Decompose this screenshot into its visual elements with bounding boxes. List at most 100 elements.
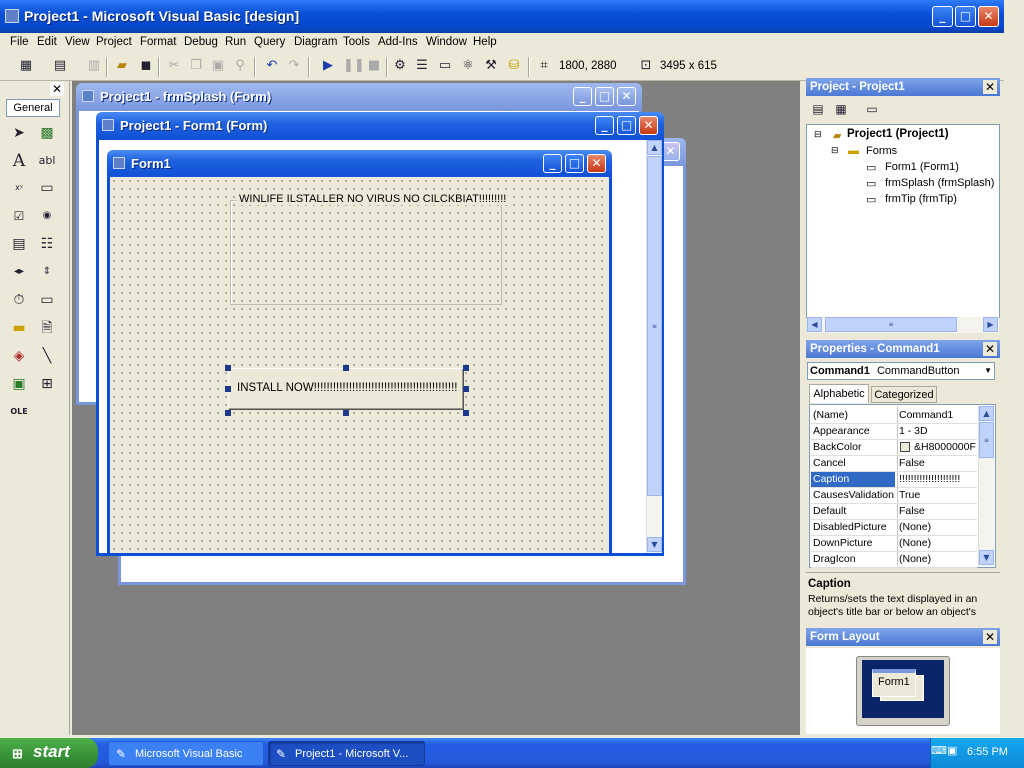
designer-maximize-icon[interactable]: □ <box>617 116 636 135</box>
timer-icon[interactable]: ⏱ <box>8 290 30 310</box>
scroll-up-icon[interactable]: ▲ <box>979 406 994 421</box>
menu-run[interactable]: Run <box>225 36 246 48</box>
designer-minimize-icon[interactable]: _ <box>595 116 614 135</box>
scroll-thumb[interactable]: ≡ <box>979 422 994 458</box>
toggle-folders-icon[interactable]: ▭ <box>864 101 880 117</box>
properties-vscrollbar[interactable]: ▲ ≡ ▼ <box>978 406 994 566</box>
tree-forms-folder[interactable]: Forms <box>866 145 897 157</box>
project-panel-close-icon[interactable]: ✕ <box>983 80 997 94</box>
scroll-down-icon[interactable]: ▼ <box>979 550 994 565</box>
data-view-icon[interactable]: ⛁ <box>506 58 522 74</box>
object-browser-icon[interactable]: ⚛ <box>460 58 476 74</box>
menu-debug[interactable]: Debug <box>184 36 218 48</box>
commandbutton-icon[interactable]: ▭ <box>36 178 58 198</box>
save-icon[interactable]: ◼ <box>138 58 154 74</box>
line-icon[interactable]: ╲ <box>36 346 58 366</box>
resize-handle[interactable] <box>343 365 349 371</box>
clock[interactable]: 6:55 PM <box>967 746 1008 758</box>
frmsplash-minimize-icon[interactable]: _ <box>573 87 592 106</box>
image-icon[interactable]: ▣ <box>8 374 30 394</box>
property-value[interactable]: 1 - 3D <box>899 425 977 437</box>
ole-icon[interactable]: OLE <box>8 402 30 422</box>
frame-icon[interactable]: xʸ <box>8 178 30 198</box>
tab-categorized[interactable]: Categorized <box>871 386 937 403</box>
start-button[interactable]: ⊞ start <box>0 738 98 768</box>
taskbar-item-vb[interactable]: ✎ Microsoft Visual Basic <box>108 741 264 766</box>
view-code-icon[interactable]: ▤ <box>810 101 826 117</box>
property-value[interactable]: (None) <box>899 537 977 549</box>
add-form-icon[interactable]: ▤ <box>52 58 68 74</box>
resize-handle[interactable] <box>225 410 231 416</box>
start-run-icon[interactable]: ▶ <box>320 58 336 74</box>
frame-control[interactable] <box>230 200 502 305</box>
property-value[interactable]: !!!!!!!!!!!!!!!!!!!!! <box>899 473 977 485</box>
form1-designer-title-bar[interactable]: Project1 - Form1 (Form) _ □ ✕ <box>96 112 664 140</box>
collapse-icon[interactable]: ⊟ <box>831 145 839 156</box>
menu-project[interactable]: Project <box>96 36 132 48</box>
toolbox-tab-general[interactable]: General <box>6 99 60 117</box>
menu-help[interactable]: Help <box>473 36 497 48</box>
tab-alphabetic[interactable]: Alphabetic <box>809 384 869 403</box>
property-row[interactable]: (Name) Command1 <box>811 408 977 424</box>
property-row[interactable]: CausesValidation True <box>811 488 977 504</box>
project-hscrollbar[interactable]: ◀ ≡ ▶ <box>807 317 999 333</box>
property-row-selected[interactable]: Caption!!!!!!!!!!!!!!!!!!!!! <box>811 472 977 488</box>
property-value[interactable]: (None) <box>899 553 977 565</box>
menu-file[interactable]: File <box>10 36 29 48</box>
cut-icon[interactable]: ✂ <box>166 58 182 74</box>
tree-project-root[interactable]: Project1 (Project1) <box>847 128 949 140</box>
toolbox-icon[interactable]: ⚒ <box>483 58 499 74</box>
tree-item-form1[interactable]: Form1 (Form1) <box>885 161 959 173</box>
paste-icon[interactable]: ▣ <box>210 58 226 74</box>
layout-form-preview[interactable]: Form1 <box>872 669 916 697</box>
form-layout-close-icon[interactable]: ✕ <box>983 630 997 644</box>
form1-minimize-icon[interactable]: _ <box>543 154 562 173</box>
form-layout-icon[interactable]: ▭ <box>437 58 453 74</box>
property-row[interactable]: DownPicture (None) <box>811 536 977 552</box>
resize-handle[interactable] <box>463 386 469 392</box>
keyboard-icon[interactable]: ⌨ <box>931 744 947 757</box>
menu-addins[interactable]: Add-Ins <box>378 36 418 48</box>
property-value[interactable]: (None) <box>899 521 977 533</box>
resize-handle[interactable] <box>463 410 469 416</box>
vscrollbar-icon[interactable]: ⇕ <box>36 262 58 282</box>
resize-handle[interactable] <box>225 386 231 392</box>
checkbox-icon[interactable]: ☑ <box>8 206 30 226</box>
menu-format[interactable]: Format <box>140 36 176 48</box>
network-icon[interactable]: ▣ <box>947 744 957 757</box>
data-icon[interactable]: ⊞ <box>36 374 58 394</box>
undo-icon[interactable]: ↶ <box>264 58 280 74</box>
collapse-icon[interactable]: ⊟ <box>814 129 822 140</box>
optionbutton-icon[interactable]: ◉ <box>36 206 58 226</box>
combobox-icon[interactable]: ▤ <box>8 234 30 254</box>
open-icon[interactable]: ▰ <box>114 58 130 74</box>
scroll-thumb[interactable]: ≡ <box>647 156 662 496</box>
designer-close-icon[interactable]: ✕ <box>639 116 658 135</box>
resize-handle[interactable] <box>463 365 469 371</box>
resize-handle[interactable] <box>225 365 231 371</box>
menu-edit[interactable]: Edit <box>37 36 57 48</box>
frmsplash-title-bar[interactable]: Project1 - frmSplash (Form) _ □ ✕ <box>76 83 642 111</box>
properties-panel-close-icon[interactable]: ✕ <box>983 342 997 356</box>
property-value[interactable]: &H8000000F <box>914 441 978 453</box>
hscrollbar-icon[interactable]: ◂▸ <box>8 262 30 282</box>
menu-window[interactable]: Window <box>426 36 467 48</box>
textbox-icon[interactable]: abl <box>36 151 58 171</box>
project-explorer-icon[interactable]: ⚙ <box>392 58 408 74</box>
copy-icon[interactable]: ❐ <box>188 58 204 74</box>
shape-icon[interactable]: ◈ <box>8 346 30 366</box>
dirlistbox-icon[interactable]: ▬ <box>8 318 30 338</box>
main-title-bar[interactable]: Project1 - Microsoft Visual Basic [desig… <box>0 0 1004 33</box>
label-icon[interactable]: A <box>8 151 30 171</box>
tree-item-frmtip[interactable]: frmTip (frmTip) <box>885 193 957 205</box>
close-icon[interactable]: ✕ <box>978 6 999 27</box>
property-row[interactable]: Default False <box>811 504 977 520</box>
property-row[interactable]: Appearance 1 - 3D <box>811 424 977 440</box>
tree-item-frmsplash[interactable]: frmSplash (frmSplash) <box>885 177 994 189</box>
properties-window-icon[interactable]: ☰ <box>414 58 430 74</box>
scroll-thumb[interactable]: ≡ <box>825 317 957 332</box>
menu-query[interactable]: Query <box>254 36 285 48</box>
form1-title-bar[interactable]: Form1 _ □ ✕ <box>107 150 612 177</box>
menu-editor-icon[interactable]: ▥ <box>86 58 102 74</box>
scroll-left-icon[interactable]: ◀ <box>807 317 822 332</box>
